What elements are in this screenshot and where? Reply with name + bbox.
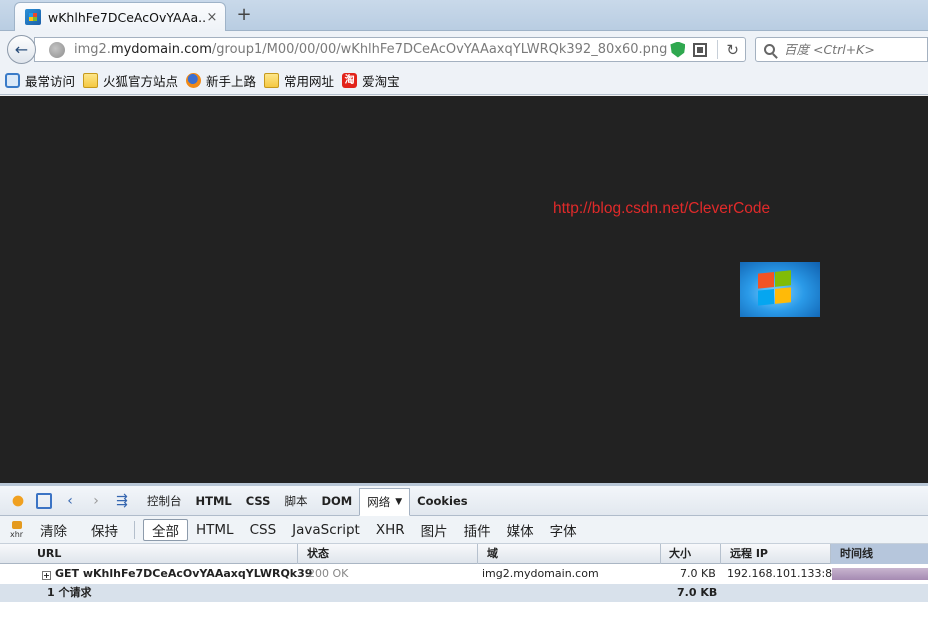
windows-logo-image <box>740 262 820 317</box>
xhr-breakpoint-icon[interactable]: xhr <box>10 520 26 539</box>
firebug-toolbar: ‹ › ⇶ 控制台 HTML CSS 脚本 DOM 网络 ▼ Cookies <box>0 486 928 516</box>
back-arrow-icon: ← <box>14 40 29 59</box>
url-text[interactable]: img2.mydomain.com/group1/M00/00/00/wKhlh… <box>74 42 670 57</box>
tab-console[interactable]: 控制台 <box>140 486 189 516</box>
reload-icon[interactable]: ↻ <box>726 41 739 59</box>
tab-network-label: 网络 <box>367 495 391 509</box>
dropdown-caret-icon[interactable]: ▼ <box>395 497 402 507</box>
filter-html[interactable]: HTML <box>188 519 242 541</box>
search-input[interactable] <box>784 42 924 57</box>
url-bar[interactable]: img2.mydomain.com/group1/M00/00/00/wKhlh… <box>34 37 746 62</box>
timeline-bar[interactable] <box>832 568 928 580</box>
bookmark-common-sites[interactable]: 常用网址 <box>264 71 334 90</box>
filter-fonts[interactable]: 字体 <box>542 519 585 541</box>
expand-icon[interactable]: + <box>42 571 51 580</box>
filter-javascript[interactable]: JavaScript <box>284 519 368 541</box>
qr-code-icon[interactable] <box>693 42 708 57</box>
filter-images[interactable]: 图片 <box>413 519 456 541</box>
bookmark-ai-taobao[interactable]: 淘 爱淘宝 <box>342 71 400 90</box>
close-tab-icon[interactable]: × <box>205 10 219 25</box>
filter-xhr[interactable]: XHR <box>368 519 413 541</box>
panel-empty-area <box>0 602 928 625</box>
tab-network[interactable]: 网络 ▼ <box>359 488 411 516</box>
tab-strip: wKhlhFe7DCeAcOvYAAa... × + <box>0 0 928 31</box>
tab-cookies[interactable]: Cookies <box>410 486 474 516</box>
page-content: http://blog.csdn.net/CleverCode <box>0 96 928 483</box>
bookmark-label: 常用网址 <box>284 74 335 89</box>
back-button[interactable]: ← <box>7 35 36 64</box>
request-count: 1 个请求 <box>47 586 92 599</box>
bookmark-label: 新手上路 <box>206 74 257 89</box>
back-chevron-icon[interactable]: ‹ <box>62 493 78 509</box>
column-size[interactable]: 大小 <box>661 544 721 564</box>
network-summary-row: 1 个请求 7.0 KB <box>0 584 928 602</box>
persist-button[interactable]: 保持 <box>83 519 126 541</box>
bookmark-most-visited[interactable]: 最常访问 <box>5 71 75 90</box>
column-status[interactable]: 状态 <box>298 544 478 564</box>
taobao-icon: 淘 <box>342 73 358 88</box>
url-prefix: img2. <box>74 42 111 57</box>
filter-plugins[interactable]: 插件 <box>456 519 499 541</box>
clear-button[interactable]: 清除 <box>40 519 75 541</box>
filter-divider <box>134 520 135 539</box>
column-remote-ip[interactable]: 远程 IP <box>721 544 831 564</box>
network-table-header: URL 状态 域 大小 远程 IP 时间线 <box>0 544 928 564</box>
filter-all[interactable]: 全部 <box>143 518 188 541</box>
bookmark-label: 最常访问 <box>25 74 76 89</box>
watermark-text: http://blog.csdn.net/CleverCode <box>553 200 771 217</box>
url-host: mydomain.com <box>110 42 212 57</box>
search-icon <box>764 44 775 55</box>
filter-css[interactable]: CSS <box>242 519 285 541</box>
filter-media[interactable]: 媒体 <box>499 519 542 541</box>
request-domain: img2.mydomain.com <box>482 567 599 580</box>
windows-favicon-icon <box>25 9 41 25</box>
tab-script[interactable]: 脚本 <box>277 486 314 516</box>
tab-html[interactable]: HTML <box>189 486 239 516</box>
bookmark-getting-started[interactable]: 新手上路 <box>186 71 256 90</box>
new-tab-button[interactable]: + <box>234 5 254 25</box>
navigation-bar: img2.mydomain.com/group1/M00/00/00/wKhlh… <box>0 31 928 67</box>
search-box[interactable] <box>755 37 928 62</box>
request-remote-ip: 192.168.101.133:80 <box>727 567 840 580</box>
bookmark-label: 爱淘宝 <box>362 74 400 89</box>
firebug-bug-icon[interactable] <box>10 492 26 509</box>
folder-icon <box>264 73 280 88</box>
firefox-icon <box>186 73 202 88</box>
bookmark-firefox-official[interactable]: 火狐官方站点 <box>83 71 178 90</box>
request-size: 7.0 KB <box>680 567 716 580</box>
column-timeline[interactable]: 时间线 <box>831 544 928 564</box>
request-status: 200 OK <box>308 567 349 580</box>
globe-icon <box>49 41 65 58</box>
column-domain[interactable]: 域 <box>478 544 661 564</box>
bookmarks-toolbar: 最常访问 火狐官方站点 新手上路 常用网址 淘 爱淘宝 <box>0 67 928 95</box>
bookmark-label: 火狐官方站点 <box>103 74 179 89</box>
inspect-element-icon[interactable] <box>36 492 52 509</box>
url-divider <box>717 40 719 59</box>
tab-title: wKhlhFe7DCeAcOvYAAa... <box>48 9 205 25</box>
table-row[interactable]: + GET wKhlhFe7DCeAcOvYAAaxqYLWRQk39 200 O… <box>0 564 928 584</box>
request-url[interactable]: + GET wKhlhFe7DCeAcOvYAAaxqYLWRQk39 <box>42 564 312 584</box>
network-filter-bar: xhr 清除 保持 全部 HTML CSS JavaScript XHR 图片 … <box>0 516 928 544</box>
security-shield-icon[interactable] <box>670 41 686 58</box>
tab-css[interactable]: CSS <box>239 486 278 516</box>
windows-flag-icon <box>754 268 794 312</box>
request-url-text: GET wKhlhFe7DCeAcOvYAAaxqYLWRQk39 <box>55 567 313 580</box>
column-url[interactable]: URL <box>28 544 298 564</box>
most-visited-icon <box>5 73 20 88</box>
total-size: 7.0 KB <box>677 586 718 599</box>
url-path: /group1/M00/00/00/wKhlhFe7DCeAcOvYAAaxqY… <box>211 42 668 57</box>
folder-icon <box>83 73 99 88</box>
browser-tab[interactable]: wKhlhFe7DCeAcOvYAAa... × <box>14 2 226 31</box>
forward-chevron-icon[interactable]: › <box>88 493 104 509</box>
command-line-icon[interactable]: ⇶ <box>114 493 130 509</box>
tab-dom[interactable]: DOM <box>314 486 359 516</box>
